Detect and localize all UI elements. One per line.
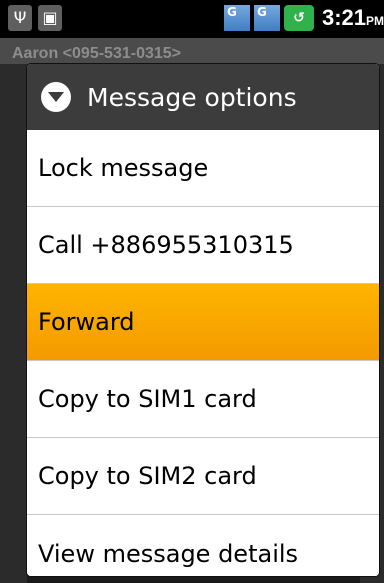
usb-icon: Ψ (8, 5, 32, 31)
android-debug-icon: ▣ (38, 5, 62, 31)
battery-icon: ↺ (283, 5, 314, 31)
menu-item-lock-message[interactable]: Lock message (27, 130, 379, 207)
phone-screen: Ψ ▣ G G ↺ 3:21PM Aaron <095-531-0315> Me… (0, 0, 384, 583)
clock-time: 3:21 (321, 5, 366, 30)
background-conversation-left (0, 64, 27, 583)
menu-item-forward[interactable]: Forward (27, 284, 379, 361)
signal-g-icon: G (223, 5, 250, 31)
menu-item-view-details[interactable]: View message details (27, 515, 379, 576)
message-options-dialog: Message options Lock message Call +88695… (27, 64, 379, 576)
menu-item-call[interactable]: Call +886955310315 (27, 207, 379, 284)
dropdown-arrow-icon (41, 82, 71, 112)
clock-ampm: PM (366, 14, 384, 28)
clock: 3:21PM (318, 5, 384, 31)
contact-name: Aaron <095-531-0315> (12, 45, 181, 62)
notification-icons: Ψ ▣ (8, 5, 62, 31)
status-bar: Ψ ▣ G G ↺ 3:21PM (0, 0, 384, 38)
menu-item-copy-sim1[interactable]: Copy to SIM1 card (27, 361, 379, 438)
signal-g-icon: G (253, 5, 280, 31)
dialog-header: Message options (27, 64, 379, 130)
dialog-title: Message options (87, 82, 297, 112)
menu-item-copy-sim2[interactable]: Copy to SIM2 card (27, 438, 379, 515)
system-icons: G G ↺ 3:21PM (223, 5, 384, 31)
